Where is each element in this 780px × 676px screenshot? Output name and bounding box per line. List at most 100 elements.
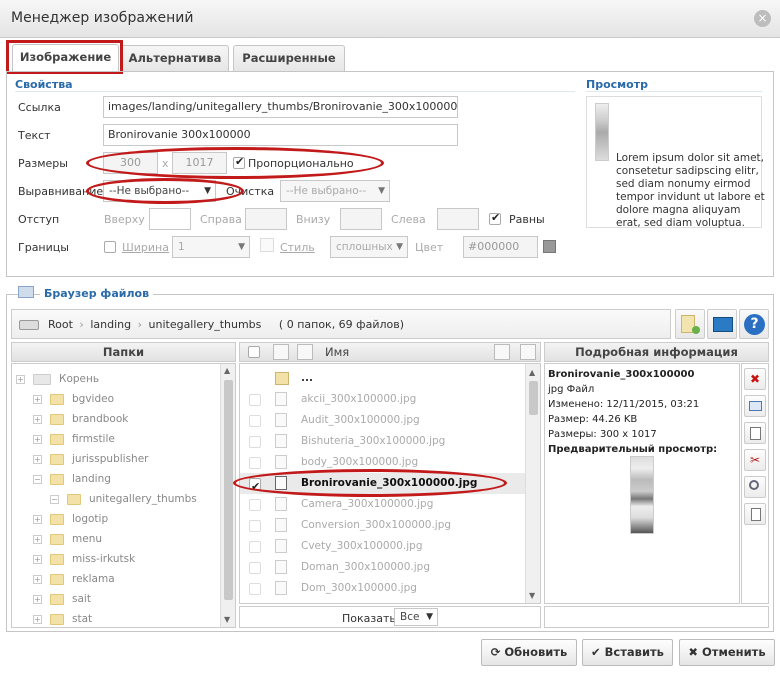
expand-icon[interactable]: + — [33, 414, 42, 424]
rename-button[interactable] — [744, 395, 766, 417]
expand-icon[interactable]: + — [33, 454, 42, 464]
border-color-input[interactable]: #000000 — [463, 236, 538, 258]
scroll-down-icon[interactable]: ▼ — [224, 615, 230, 624]
expand-icon[interactable]: + — [33, 394, 42, 404]
files-scroll-thumb[interactable] — [529, 381, 538, 415]
file-row[interactable]: Bronirovanie_300x100000.jpg — [240, 473, 525, 497]
select-all-checkbox[interactable] — [248, 346, 260, 358]
file-checkbox[interactable] — [249, 457, 261, 469]
delete-button[interactable]: ✖ — [744, 368, 766, 390]
equal-margins-checkbox[interactable] — [489, 211, 501, 225]
color-picker-icon[interactable] — [543, 240, 556, 253]
file-checkbox[interactable] — [249, 583, 261, 595]
folder-tree-item[interactable]: − unitegallery_thumbs — [16, 489, 216, 509]
scroll-down-icon[interactable]: ▼ — [529, 591, 535, 600]
close-icon[interactable]: × — [754, 10, 771, 27]
file-checkbox[interactable] — [249, 562, 261, 574]
new-folder-button[interactable] — [675, 309, 705, 339]
file-row[interactable]: body_300x100000.jpg — [240, 452, 525, 473]
file-row[interactable]: Doman_300x100000.jpg — [240, 557, 525, 578]
folder-tree-item[interactable]: + Корень — [16, 369, 216, 389]
view-mode-icon[interactable] — [494, 344, 510, 360]
file-row[interactable]: Camera_300x100000.jpg — [240, 494, 525, 515]
file-row[interactable]: Cvety_300x100000.jpg — [240, 536, 525, 557]
expand-icon[interactable]: + — [33, 514, 42, 524]
folder-tree-item[interactable]: + stat — [16, 609, 216, 627]
folder-tree-item[interactable]: + sait — [16, 589, 216, 609]
proportional-checkbox[interactable] — [233, 155, 245, 169]
folders-scroll-thumb[interactable] — [224, 380, 233, 600]
files-scrollbar[interactable]: ▲ ▼ — [525, 364, 540, 603]
margin-top-input[interactable] — [149, 208, 191, 230]
folder-tree-item[interactable]: + miss-irkutsk — [16, 549, 216, 569]
width-input[interactable]: 300 — [103, 152, 158, 174]
folder-tree-item[interactable]: + brandbook — [16, 409, 216, 429]
sort-name-icon[interactable] — [297, 344, 313, 360]
file-checkbox[interactable] — [249, 541, 261, 553]
folder-tree-item[interactable]: + firmstile — [16, 429, 216, 449]
file-checkbox[interactable] — [249, 436, 261, 448]
upload-button[interactable] — [707, 309, 737, 339]
collapse-icon[interactable]: − — [50, 494, 59, 504]
tab-advanced[interactable]: Расширенные — [233, 45, 345, 71]
folder-tree-item[interactable]: + reklama — [16, 569, 216, 589]
expand-icon[interactable]: + — [33, 594, 42, 604]
expand-icon[interactable]: + — [33, 434, 42, 444]
breadcrumb-root[interactable]: Root — [48, 318, 73, 331]
file-row[interactable]: Bishuteria_300x100000.jpg — [240, 431, 525, 452]
link-input[interactable]: images/landing/unitegallery_thumbs/Broni… — [103, 96, 458, 118]
tab-image[interactable]: Изображение — [12, 44, 119, 72]
expand-icon[interactable]: + — [16, 374, 25, 384]
copy-button[interactable] — [744, 422, 766, 444]
file-row[interactable]: Dom_300x100000.jpg — [240, 578, 525, 599]
align-select-value: --Не выбрано-- — [109, 185, 190, 197]
expand-icon[interactable]: + — [33, 534, 42, 544]
align-select[interactable]: --Не выбрано-- ▼ — [103, 180, 216, 202]
file-row[interactable]: Audit_300x100000.jpg — [240, 410, 525, 431]
file-row[interactable]: Conversion_300x100000.jpg — [240, 515, 525, 536]
file-checkbox[interactable] — [249, 394, 261, 406]
tab-alternative[interactable]: Альтернатива — [121, 45, 229, 71]
file-checkbox[interactable] — [249, 415, 261, 427]
breadcrumb-landing[interactable]: landing — [90, 318, 131, 331]
folder-tree-item[interactable]: + jurisspublisher — [16, 449, 216, 469]
height-input[interactable]: 1017 — [172, 152, 227, 174]
clear-select[interactable]: --Не выбрано-- ▼ — [280, 180, 390, 202]
folder-tree-item[interactable]: + menu — [16, 529, 216, 549]
file-checkbox[interactable] — [249, 520, 261, 532]
scroll-up-icon[interactable]: ▲ — [529, 368, 535, 377]
scroll-up-icon[interactable]: ▲ — [224, 366, 230, 375]
show-filter-select[interactable]: Все ▼ — [394, 608, 438, 626]
collapse-icon[interactable]: − — [33, 474, 42, 484]
sort-type-icon[interactable] — [273, 344, 289, 360]
expand-icon[interactable]: + — [33, 554, 42, 564]
border-width-select[interactable]: 1 ▼ — [172, 236, 250, 258]
folders-scrollbar[interactable]: ▲ ▼ — [220, 364, 235, 627]
view-button[interactable] — [744, 476, 766, 498]
file-name: Audit_300x100000.jpg — [301, 414, 420, 426]
expand-icon[interactable]: + — [33, 614, 42, 624]
margin-left-input[interactable] — [437, 208, 479, 230]
name-column-label[interactable]: Имя — [325, 343, 349, 361]
margin-bottom-input[interactable] — [340, 208, 382, 230]
help-button[interactable]: ? — [739, 309, 769, 339]
search-icon[interactable] — [520, 344, 536, 360]
cancel-button[interactable]: ✖ Отменить — [679, 639, 775, 666]
folder-tree-item[interactable]: + bgvideo — [16, 389, 216, 409]
insert-file-button[interactable] — [744, 503, 766, 525]
file-checkbox[interactable] — [249, 499, 261, 511]
cut-button[interactable]: ✂ — [744, 449, 766, 471]
file-checkbox[interactable] — [249, 476, 261, 497]
alt-text-input[interactable]: Bronirovanie 300x100000 — [103, 124, 458, 146]
folder-tree-item[interactable]: + logotip — [16, 509, 216, 529]
breadcrumb-unitegallery[interactable]: unitegallery_thumbs — [149, 318, 262, 331]
file-row[interactable]: akcii_300x100000.jpg — [240, 389, 525, 410]
insert-button[interactable]: ✔ Вставить — [582, 639, 673, 666]
folder-tree-item[interactable]: − landing — [16, 469, 216, 489]
refresh-button[interactable]: ⟳ Обновить — [481, 639, 577, 666]
expand-icon[interactable]: + — [33, 574, 42, 584]
parent-folder-row[interactable]: ... — [240, 368, 525, 389]
margin-right-input[interactable] — [245, 208, 287, 230]
border-checkbox[interactable] — [104, 241, 116, 253]
border-style-select[interactable]: сплошных ▼ — [330, 236, 408, 258]
